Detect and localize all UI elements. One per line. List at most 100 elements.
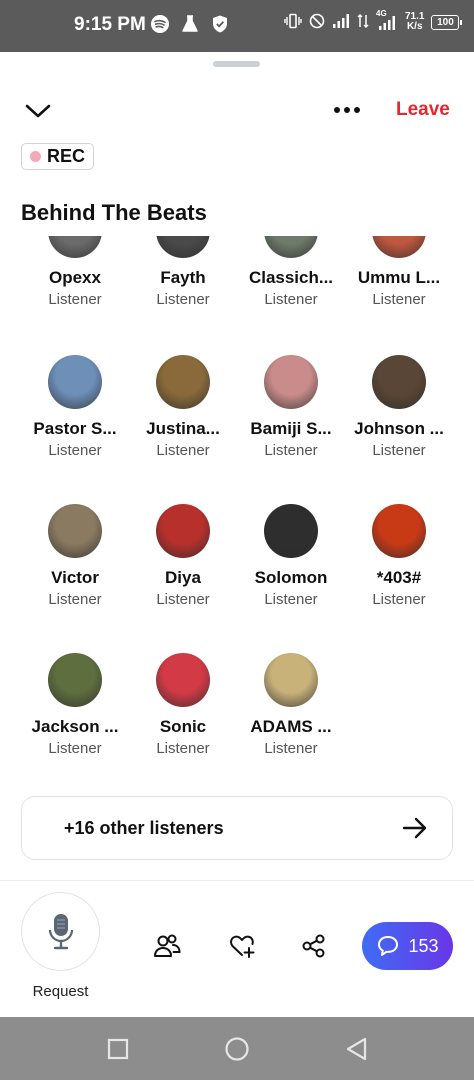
participant-name: Fayth [160,268,206,287]
do-not-disturb-icon [309,13,325,32]
other-listeners-label: +16 other listeners [64,817,224,838]
flask-icon [180,14,200,34]
participant-role: Listener [48,442,102,459]
participant-item[interactable]: Sonic Listener [129,653,237,757]
microphone-icon [48,913,73,949]
participant-role: Listener [264,291,318,308]
share-button[interactable] [298,930,330,962]
participant-name: Jackson ... [31,717,119,736]
collapse-button[interactable] [20,96,56,126]
leave-button[interactable]: Leave [396,99,450,121]
recording-label: REC [47,146,86,166]
participant-name: Ummu L... [357,268,441,287]
participant-role: Listener [372,591,426,608]
participant-name: Sonic [159,717,207,736]
participant-name: Victor [51,568,99,587]
status-right: 4G 71.1 K/s 100 [284,9,463,32]
request-label: Request [32,983,89,1000]
avatar [156,236,210,258]
avatar [48,355,102,409]
shield-icon [210,14,230,34]
participant-item[interactable]: Pastor S... Listener [21,355,129,459]
avatar [48,653,102,707]
participant-role: Listener [156,442,210,459]
heart-plus-icon [230,935,255,958]
status-time: 9:15 PM [74,14,146,35]
participant-name: ADAMS ... [250,717,332,736]
participant-item[interactable]: Bamiji S... Listener [237,355,345,459]
space-title: Behind The Beats [21,200,207,225]
participant-role: Listener [48,291,102,308]
participant-item[interactable]: Justina... Listener [129,355,237,459]
battery-icon: 100 [431,14,463,30]
participant-item[interactable]: Johnson ... Listener [345,355,453,459]
comment-count: 153 [408,935,439,956]
people-icon [154,934,181,957]
avatar [156,653,210,707]
participant-item[interactable]: Jackson ... Listener [21,653,129,757]
speed-unit: K/s [406,21,423,32]
circle-icon [225,1037,249,1061]
participant-item[interactable]: Opexx Listener [21,236,129,308]
avatar [372,355,426,409]
participant-role: Listener [372,442,426,459]
participant-role: Listener [156,740,210,757]
participant-name: Pastor S... [33,419,117,438]
recent-apps-button[interactable] [104,1035,132,1063]
participant-item[interactable]: Ummu L... Listener [345,236,453,308]
vibrate-icon [284,13,302,32]
participant-name: Diya [165,568,201,587]
avatar [156,355,210,409]
participant-role: Listener [264,740,318,757]
participant-item[interactable]: Diya Listener [129,504,237,608]
participant-name: Solomon [254,568,328,587]
participant-item[interactable]: *403# Listener [345,504,453,608]
status-bar: 9:15 PM 4G 71.1 K/s 100 [0,0,474,52]
avatar [48,236,102,258]
bottom-divider [0,880,474,881]
participant-name: Classich... [248,268,334,287]
avatar [48,504,102,558]
participant-item[interactable]: Classich... Listener [237,236,345,308]
participant-item[interactable]: Victor Listener [21,504,129,608]
square-icon [107,1038,129,1060]
avatar [372,504,426,558]
participant-name: Johnson ... [354,419,444,438]
arrow-right-icon [402,817,427,839]
other-listeners-button[interactable]: +16 other listeners [21,796,453,860]
back-button[interactable] [342,1035,370,1063]
triangle-back-icon [346,1037,367,1061]
avatar [156,504,210,558]
avatar [264,236,318,258]
battery-level: 100 [437,16,454,28]
participant-role: Listener [156,591,210,608]
more-dot [344,107,350,113]
comments-button[interactable]: 153 [362,922,453,970]
participant-item[interactable]: Fayth Listener [129,236,237,308]
avatar [372,236,426,258]
home-button[interactable] [223,1035,251,1063]
recording-badge: REC [21,143,95,170]
signal-icon [332,13,350,32]
participant-item[interactable]: Solomon Listener [237,504,345,608]
data-transfer-icon [357,13,369,32]
system-nav-bar [0,1017,474,1080]
more-options-button[interactable] [328,98,366,122]
avatar [264,653,318,707]
participant-item[interactable]: ADAMS ... Listener [237,653,345,757]
request-mic-button[interactable] [21,892,100,971]
participant-role: Listener [264,442,318,459]
participant-role: Listener [264,591,318,608]
add-favorite-button[interactable] [226,930,258,962]
avatar [264,504,318,558]
chevron-down-icon [25,104,51,118]
share-icon [302,934,325,958]
people-button[interactable] [151,930,183,962]
network-speed: 71.1 K/s [405,12,424,32]
participant-name: Justina... [146,419,220,438]
avatar [264,355,318,409]
more-dot [334,107,340,113]
sheet-drag-handle[interactable] [213,61,260,67]
comment-icon [378,936,399,956]
spotify-icon [150,14,170,34]
